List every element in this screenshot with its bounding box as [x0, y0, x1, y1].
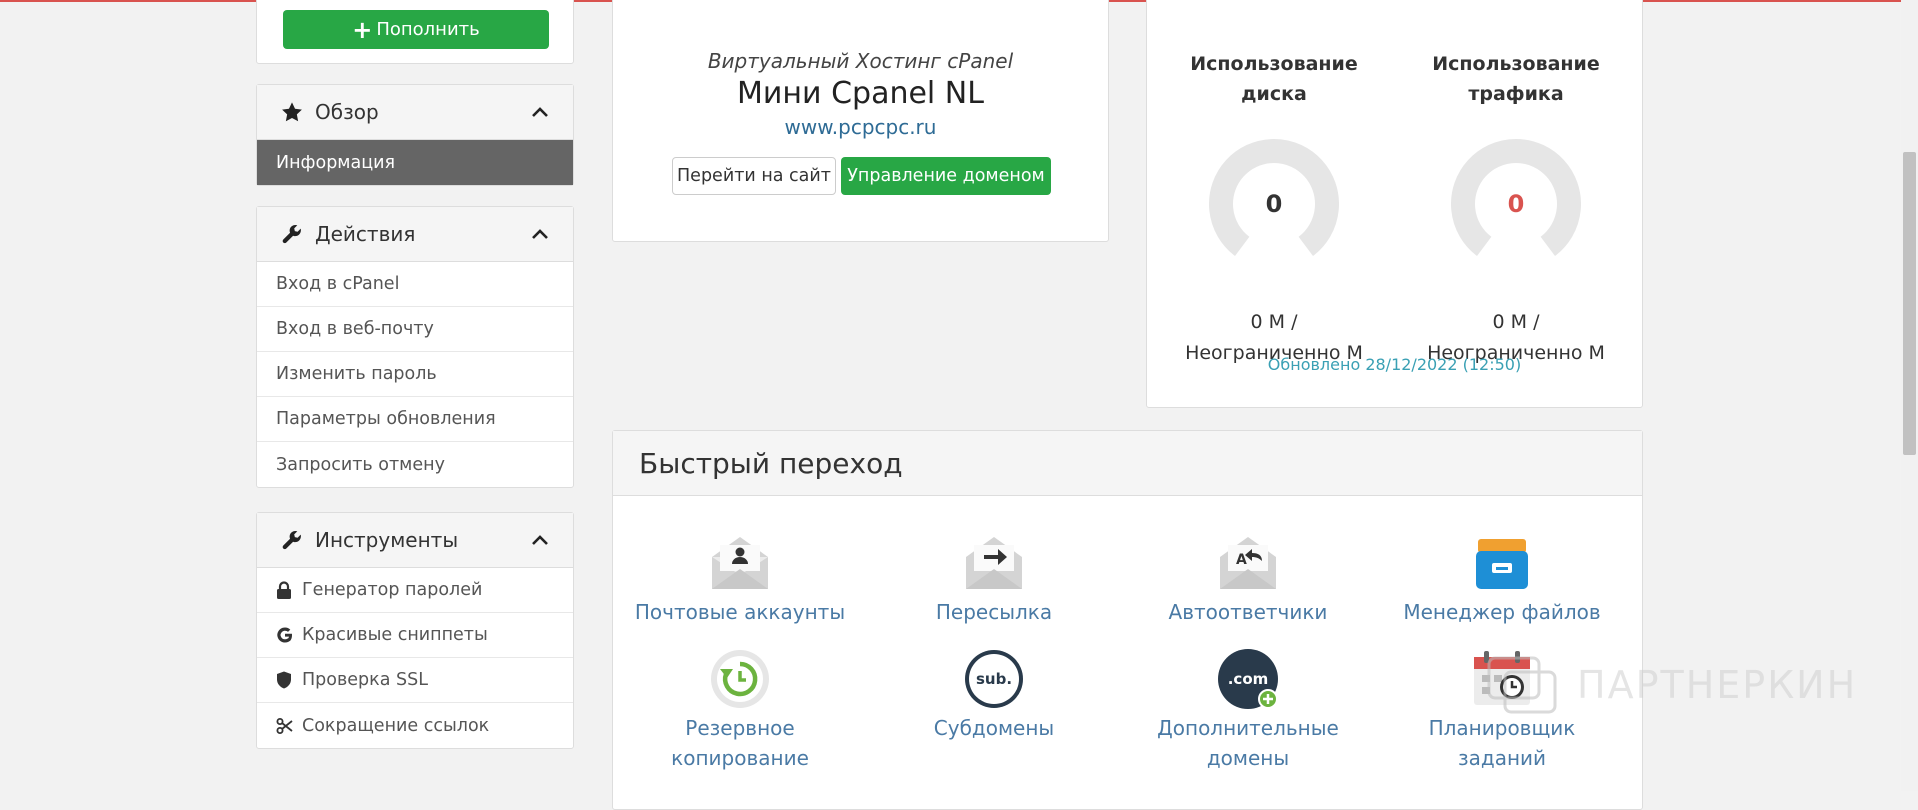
- traffic-usage: Использование трафика 0 0 M / Неограниче…: [1416, 49, 1616, 369]
- quick-item-label: Дополнительные домены: [1157, 716, 1339, 770]
- sidebar-item-request-cancel[interactable]: Запросить отмену: [257, 442, 573, 487]
- product-subtitle: Виртуальный Хостинг cPanel: [707, 49, 1014, 73]
- quick-item-addon-domains[interactable]: .com Дополнительные домены: [1121, 647, 1375, 773]
- svg-text:.com: .com: [1228, 670, 1269, 688]
- watermark-text: ПАРТНЕРКИН: [1577, 663, 1858, 707]
- quick-item-label: Автоответчики: [1168, 600, 1328, 624]
- sidebar-item-label: Вход в веб-почту: [276, 319, 434, 339]
- file-manager-icon: [1476, 539, 1528, 589]
- product-domain-link[interactable]: www.pcpcpc.ru: [613, 115, 1108, 139]
- product-name: Мини Cpanel NL: [737, 76, 984, 111]
- disk-usage-value: 0: [1265, 190, 1283, 218]
- chevron-up-icon[interactable]: [531, 534, 549, 546]
- actions-header[interactable]: Действия: [257, 207, 573, 262]
- sidebar-item-ssl-check[interactable]: Проверка SSL: [257, 658, 573, 703]
- quick-access-card: Быстрый переход Почтовые аккаунты Пересы…: [612, 430, 1643, 810]
- visit-site-button[interactable]: Перейти на сайт: [672, 157, 836, 195]
- quick-item-file-manager[interactable]: Менеджер файлов: [1375, 531, 1629, 627]
- sidebar-item-snippets[interactable]: Красивые сниппеты: [257, 613, 573, 658]
- watermark: ПАРТНЕРКИН: [1485, 654, 1857, 716]
- sidebar-item-label: Запросить отмену: [276, 454, 445, 475]
- sidebar-item-change-password[interactable]: Изменить пароль: [257, 352, 573, 397]
- sidebar-item-label: Информация: [276, 152, 396, 173]
- overview-panel: Обзор Информация: [256, 84, 574, 186]
- tools-title: Инструменты: [315, 528, 459, 552]
- sidebar-item-label: Красивые сниппеты: [302, 625, 488, 645]
- chevron-up-icon[interactable]: [531, 106, 549, 118]
- chevron-up-icon[interactable]: [531, 228, 549, 240]
- lock-icon: [276, 581, 294, 599]
- sidebar-item-label: Параметры обновления: [276, 409, 496, 429]
- overview-title: Обзор: [315, 100, 379, 124]
- scrollbar-thumb[interactable]: [1903, 152, 1916, 455]
- email-forward-icon: [966, 537, 1022, 589]
- sidebar-item-link-shortener[interactable]: Сокращение ссылок: [257, 703, 573, 748]
- overview-header[interactable]: Обзор: [257, 85, 573, 140]
- email-account-icon: [712, 537, 768, 589]
- actions-title: Действия: [315, 222, 416, 246]
- actions-panel: Действия Вход в cPanel Вход в веб-почту …: [256, 206, 574, 488]
- backup-icon: [711, 650, 769, 708]
- quick-access-title: Быстрый переход: [613, 431, 1642, 496]
- quick-item-autoresponders[interactable]: A Автоответчики: [1121, 531, 1375, 627]
- star-icon: [281, 101, 303, 123]
- tools-header[interactable]: Инструменты: [257, 513, 573, 568]
- sidebar-item-label: Проверка SSL: [302, 670, 428, 690]
- google-icon: [276, 626, 294, 644]
- quick-item-label: Почтовые аккаунты: [634, 600, 846, 624]
- disk-usage: Использование диска 0 0 M / Неограниченн…: [1174, 49, 1374, 369]
- quick-item-label: Планировщик заданий: [1428, 716, 1576, 770]
- sidebar-item-label: Сокращение ссылок: [302, 715, 490, 736]
- traffic-usage-title: Использование трафика: [1432, 53, 1600, 105]
- wrench-icon: [281, 223, 303, 245]
- svg-text:sub.: sub.: [976, 670, 1012, 688]
- sidebar-item-upgrade-options[interactable]: Параметры обновления: [257, 397, 573, 442]
- quick-item-label: Субдомены: [933, 716, 1055, 740]
- scissors-icon: [276, 717, 294, 735]
- topup-label: Пополнить: [376, 19, 480, 40]
- sidebar-item-info[interactable]: Информация: [257, 140, 573, 185]
- traffic-usage-value: 0: [1507, 190, 1525, 218]
- wrench-icon: [281, 529, 303, 551]
- traffic-gauge: 0: [1451, 139, 1581, 269]
- quick-item-label: Менеджер файлов: [1403, 600, 1601, 624]
- scrollbar-track[interactable]: [1901, 0, 1918, 791]
- tools-panel: Инструменты Генератор паролей Красивые с…: [256, 512, 574, 749]
- subdomain-icon: sub.: [965, 650, 1023, 708]
- plus-icon: +: [352, 15, 373, 44]
- topup-button[interactable]: + Пополнить: [283, 10, 549, 49]
- watermark-logo-icon: [1487, 656, 1557, 714]
- quick-item-email-accounts[interactable]: Почтовые аккаунты: [613, 531, 867, 627]
- sidebar-item-cpanel-login[interactable]: Вход в cPanel: [257, 262, 573, 307]
- manage-domain-button[interactable]: Управление доменом: [841, 157, 1051, 195]
- autoresponder-icon: A: [1220, 537, 1276, 589]
- product-card: Виртуальный Хостинг cPanel Мини Cpanel N…: [612, 0, 1109, 242]
- sidebar-item-webmail-login[interactable]: Вход в веб-почту: [257, 307, 573, 352]
- disk-gauge: 0: [1209, 139, 1339, 269]
- topup-panel: + Пополнить: [256, 0, 574, 64]
- usage-updated-time: Обновлено 28/12/2022 (12:50): [1267, 355, 1522, 374]
- usage-card: Использование диска 0 0 M / Неограниченн…: [1146, 0, 1643, 408]
- shield-icon: [276, 671, 294, 689]
- quick-item-subdomains[interactable]: sub. Субдомены: [867, 647, 1121, 743]
- sidebar-item-label: Изменить пароль: [276, 364, 437, 384]
- sidebar-item-password-generator[interactable]: Генератор паролей: [257, 568, 573, 613]
- quick-item-label: Пересылка: [935, 600, 1053, 624]
- quick-item-forwarders[interactable]: Пересылка: [867, 531, 1121, 627]
- disk-usage-title: Использование диска: [1190, 53, 1358, 105]
- sidebar-item-label: Вход в cPanel: [276, 274, 400, 294]
- sidebar-item-label: Генератор паролей: [302, 580, 483, 600]
- addon-domain-icon: .com: [1218, 649, 1278, 709]
- quick-item-label: Резервное копирование: [671, 716, 809, 770]
- svg-text:A: A: [1236, 552, 1247, 568]
- quick-item-backup[interactable]: Резервное копирование: [613, 647, 867, 773]
